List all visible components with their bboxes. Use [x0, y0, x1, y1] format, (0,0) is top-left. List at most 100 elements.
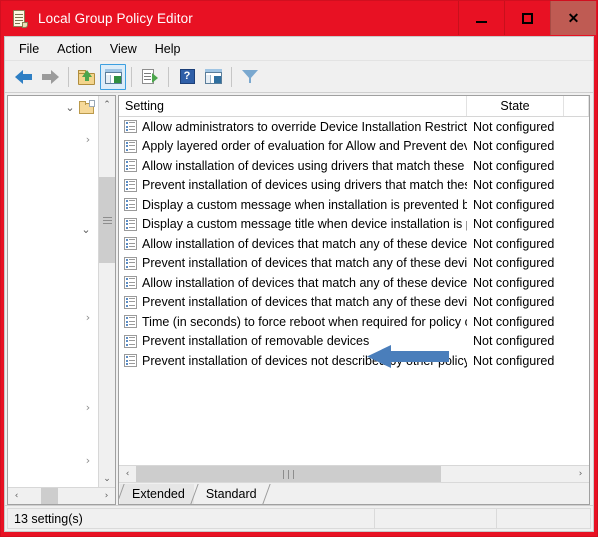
row-setting-label: Apply layered order of evaluation for Al…	[142, 139, 467, 154]
row-state-cell: Not configured	[473, 119, 555, 134]
tree-node-expanded-1[interactable]: ⌄	[80, 220, 92, 238]
menu-action[interactable]: Action	[48, 39, 101, 59]
tree-node-collapsed-1[interactable]: ›	[82, 130, 94, 148]
horizontal-scroll-thumb[interactable]	[136, 466, 442, 482]
close-icon: ✕	[567, 10, 580, 26]
minimize-button[interactable]	[458, 1, 504, 35]
help-button[interactable]: ?	[174, 64, 200, 90]
tree-node-collapsed-2[interactable]: ›	[82, 308, 94, 326]
chevron-right-icon[interactable]: ›	[82, 312, 94, 323]
table-row[interactable]: Display a custom message title when devi…	[119, 215, 589, 235]
tree-node-collapsed-3[interactable]: ›	[82, 398, 94, 416]
settings-list-horizontal-scrollbar[interactable]: ‹ ›	[119, 465, 589, 482]
scroll-up-icon[interactable]: ⌃	[99, 96, 115, 113]
chevron-down-icon[interactable]: ⌄	[80, 224, 92, 235]
policy-setting-icon	[124, 198, 137, 212]
tab-standard[interactable]: Standard	[193, 484, 266, 504]
up-one-level-button[interactable]	[74, 64, 100, 90]
filter-button[interactable]	[237, 64, 263, 90]
row-setting-label: Prevent installation of devices that mat…	[142, 295, 467, 310]
table-row[interactable]: Display a custom message when installati…	[119, 195, 589, 215]
vertical-scroll-track[interactable]	[99, 113, 115, 470]
row-setting-label: Prevent installation of devices not desc…	[142, 353, 467, 368]
export-list-button[interactable]	[137, 64, 163, 90]
horizontal-scroll-track[interactable]	[25, 488, 98, 504]
table-row[interactable]: Time (in seconds) to force reboot when r…	[119, 312, 589, 332]
tree-node-collapsed-4[interactable]: ›	[82, 451, 94, 469]
scroll-right-icon[interactable]: ›	[98, 488, 115, 504]
panes-container: ⌄ › ⌄ › › › ⌃ ⌄ ‹ › Setting State Allow …	[5, 93, 593, 505]
table-row[interactable]: Prevent installation of devices not desc…	[119, 351, 589, 371]
row-setting-label: Allow administrators to override Device …	[142, 119, 467, 134]
row-state-cell: Not configured	[473, 275, 555, 290]
status-setting-count: 13 setting(s)	[7, 508, 375, 529]
row-setting-cell: Display a custom message title when devi…	[119, 217, 467, 231]
tab-extended[interactable]: Extended	[120, 484, 194, 504]
toolbar-separator	[168, 66, 169, 87]
table-row[interactable]: Allow installation of devices using driv…	[119, 156, 589, 176]
vertical-scroll-thumb[interactable]	[99, 177, 115, 263]
row-setting-label: Allow installation of devices that match…	[142, 236, 467, 251]
table-row[interactable]: Prevent installation of devices using dr…	[119, 176, 589, 196]
show-hide-console-tree-button[interactable]	[100, 63, 126, 90]
settings-list-columns: Setting State Allow administrators to ov…	[119, 96, 589, 465]
console-tree-vertical-scrollbar[interactable]: ⌃ ⌄	[98, 96, 115, 487]
row-state-cell: Not configured	[473, 158, 555, 173]
chevron-right-icon[interactable]: ›	[82, 455, 94, 466]
console-tree-horizontal-scrollbar[interactable]: ‹ ›	[8, 487, 115, 504]
horizontal-scroll-track[interactable]	[136, 466, 572, 482]
table-row[interactable]: Allow installation of devices that match…	[119, 234, 589, 254]
scroll-left-icon[interactable]: ‹	[119, 466, 136, 482]
tree-node-root[interactable]: ⌄	[64, 98, 95, 116]
table-row-prevent-removable-devices[interactable]: Prevent installation of removable device…	[119, 332, 589, 352]
settings-list-pane[interactable]: Setting State Allow administrators to ov…	[118, 95, 590, 505]
table-row[interactable]: Allow administrators to override Device …	[119, 117, 589, 137]
console-tree-canvas[interactable]: ⌄ › ⌄ › › ›	[8, 96, 98, 487]
menu-view[interactable]: View	[101, 39, 146, 59]
row-setting-label: Allow installation of devices that match…	[142, 275, 467, 290]
list-column-header-row: Setting State	[119, 96, 589, 117]
chevron-right-icon[interactable]: ›	[82, 402, 94, 413]
horizontal-scroll-thumb[interactable]	[41, 488, 58, 504]
settings-list-body: Setting State Allow administrators to ov…	[119, 96, 589, 465]
table-row[interactable]: Apply layered order of evaluation for Al…	[119, 137, 589, 157]
policy-setting-icon	[124, 315, 137, 329]
close-button[interactable]: ✕	[550, 1, 596, 35]
row-state-cell: Not configured	[473, 256, 555, 271]
scroll-left-icon[interactable]: ‹	[8, 488, 25, 504]
row-setting-cell: Allow installation of devices that match…	[119, 237, 467, 251]
back-button[interactable]	[11, 64, 37, 90]
folder-up-icon	[78, 69, 96, 85]
policy-setting-icon	[124, 295, 137, 309]
row-setting-label: Prevent installation of removable device…	[142, 334, 370, 349]
scroll-down-icon[interactable]: ⌄	[99, 470, 115, 487]
column-header-setting[interactable]: Setting	[119, 96, 467, 116]
row-setting-cell: Prevent installation of devices not desc…	[119, 354, 467, 368]
policy-setting-icon	[124, 334, 137, 348]
row-state-cell: Not configured	[473, 314, 555, 329]
menu-file[interactable]: File	[10, 39, 48, 59]
row-setting-cell: Display a custom message when installati…	[119, 198, 467, 212]
policy-setting-icon	[124, 276, 137, 290]
column-header-state[interactable]: State	[467, 96, 564, 116]
title-bar[interactable]: Local Group Policy Editor ✕	[1, 1, 597, 36]
column-header-extra[interactable]	[564, 96, 589, 116]
console-tree-pane[interactable]: ⌄ › ⌄ › › › ⌃ ⌄ ‹ ›	[7, 95, 116, 505]
policy-setting-icon	[124, 256, 137, 270]
minimize-icon	[476, 20, 487, 23]
policy-setting-icon	[124, 237, 137, 251]
forward-button[interactable]	[37, 64, 63, 90]
show-hide-action-pane-button[interactable]	[200, 64, 226, 90]
table-row[interactable]: Prevent installation of devices that mat…	[119, 254, 589, 274]
chevron-right-icon[interactable]: ›	[82, 134, 94, 145]
table-row[interactable]: Prevent installation of devices that mat…	[119, 293, 589, 313]
row-setting-cell: Prevent installation of devices using dr…	[119, 178, 467, 192]
maximize-button[interactable]	[504, 1, 550, 35]
chevron-down-icon[interactable]: ⌄	[64, 102, 76, 113]
table-row[interactable]: Allow installation of devices that match…	[119, 273, 589, 293]
row-state-cell: Not configured	[473, 236, 555, 251]
scroll-right-icon[interactable]: ›	[572, 466, 589, 482]
menu-help[interactable]: Help	[146, 39, 190, 59]
back-arrow-icon	[15, 69, 33, 84]
row-state-cell: Not configured	[473, 353, 555, 368]
